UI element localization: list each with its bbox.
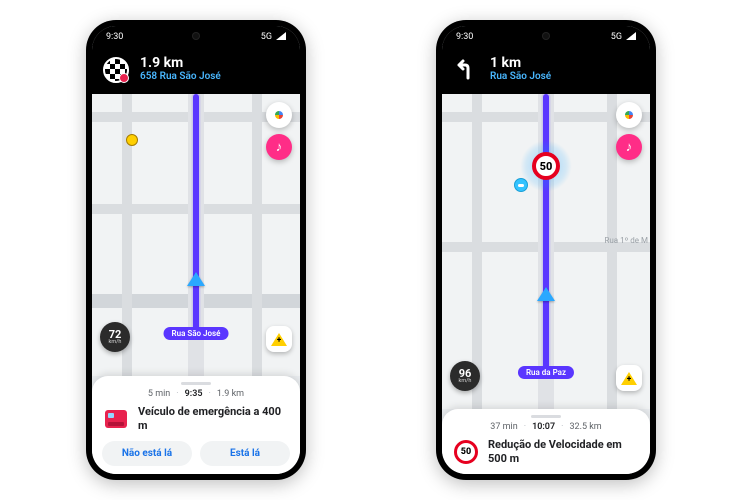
vehicle-cursor-icon [537, 287, 555, 301]
status-time: 9:30 [106, 32, 123, 42]
bottom-card[interactable]: 5 min· 9:35· 1.9 km Veículo de emergênci… [92, 376, 300, 474]
eta-min: 37 min [490, 422, 517, 432]
current-street-pill: Rua da Paz [518, 366, 574, 379]
map-view[interactable]: Rua 1º de M 50 Rua da Paz ♪ 96 km/h [442, 94, 650, 409]
status-bar: 9:30 5G [442, 26, 650, 48]
nav-street: Rua São José [490, 71, 551, 83]
hazard-triangle-icon [621, 372, 637, 385]
camera-hole [192, 32, 200, 40]
still-there-button[interactable]: Está lá [200, 441, 290, 466]
nav-header[interactable]: 1.9 km 658 Rua São José [92, 48, 300, 94]
nav-header[interactable]: 1 km Rua São José [442, 48, 650, 94]
bottom-card[interactable]: 37 min· 10:07· 32.5 km 50 Redução de Vel… [442, 409, 650, 474]
nav-street: 658 Rua São José [140, 71, 221, 83]
status-time: 9:30 [456, 32, 473, 42]
waze-avatar-icon [514, 178, 528, 192]
phone-right: 9:30 5G 1 km Rua São José [436, 20, 656, 480]
music-note-icon: ♪ [626, 139, 633, 155]
music-button[interactable]: ♪ [266, 134, 292, 160]
speed-unit: km/h [109, 340, 122, 346]
alert-row: 50 Redução de Velocidade em 500 m [452, 438, 640, 466]
eta-time: 10:07 [532, 422, 555, 432]
map-view[interactable]: Rua São José ♪ 72 km/h [92, 94, 300, 376]
speedometer-badge[interactable]: 96 km/h [450, 361, 480, 391]
emergency-vehicle-icon [105, 410, 127, 428]
report-hazard-button[interactable] [616, 365, 642, 391]
drag-handle[interactable] [181, 382, 211, 385]
destination-flag-icon [103, 57, 129, 83]
drag-handle[interactable] [531, 415, 561, 418]
voice-search-button[interactable] [616, 102, 642, 128]
route-line [543, 94, 549, 375]
signal-icon [626, 32, 636, 43]
report-hazard-button[interactable] [266, 326, 292, 352]
turn-left-icon [452, 56, 480, 84]
eta-dist: 32.5 km [569, 422, 601, 432]
signal-icon [276, 32, 286, 43]
speed-limit-sign[interactable]: 50 [532, 152, 560, 180]
phone-left: 9:30 5G 1.9 km 658 Rua São José [86, 20, 306, 480]
google-mic-icon [625, 111, 633, 119]
eta-time: 9:35 [185, 389, 203, 399]
voice-search-button[interactable] [266, 102, 292, 128]
music-button[interactable]: ♪ [616, 134, 642, 160]
vehicle-cursor-icon [187, 272, 205, 286]
alert-text: Redução de Velocidade em 500 m [488, 438, 640, 466]
status-bar: 9:30 5G [92, 26, 300, 48]
speed-limit-mini-value: 50 [461, 447, 471, 457]
destination-pin-icon [119, 73, 129, 83]
map-report-dot[interactable] [126, 134, 138, 146]
current-street-pill: Rua São José [164, 327, 229, 340]
screen: 9:30 5G 1 km Rua São José [442, 26, 650, 474]
eta-stats: 5 min· 9:35· 1.9 km [102, 389, 290, 399]
side-street-label: Rua 1º de M [604, 236, 648, 245]
speed-unit: km/h [459, 379, 472, 385]
eta-min: 5 min [148, 389, 170, 399]
speed-limit-value: 50 [540, 160, 553, 173]
not-there-button[interactable]: Não está lá [102, 441, 192, 466]
status-network: 5G [261, 32, 272, 42]
alert-text: Veículo de emergência a 400 m [138, 405, 290, 433]
route-line [193, 94, 199, 336]
eta-dist: 1.9 km [217, 389, 244, 399]
nav-distance: 1.9 km [140, 55, 221, 71]
alert-row: Veículo de emergência a 400 m [102, 405, 290, 433]
screen: 9:30 5G 1.9 km 658 Rua São José [92, 26, 300, 474]
speed-limit-mini-icon: 50 [454, 440, 478, 464]
nav-distance: 1 km [490, 55, 551, 71]
status-network: 5G [611, 32, 622, 42]
eta-stats: 37 min· 10:07· 32.5 km [452, 422, 640, 432]
speedometer-badge[interactable]: 72 km/h [100, 322, 130, 352]
hazard-triangle-icon [271, 333, 287, 346]
music-note-icon: ♪ [276, 139, 283, 155]
camera-hole [542, 32, 550, 40]
google-mic-icon [275, 111, 283, 119]
